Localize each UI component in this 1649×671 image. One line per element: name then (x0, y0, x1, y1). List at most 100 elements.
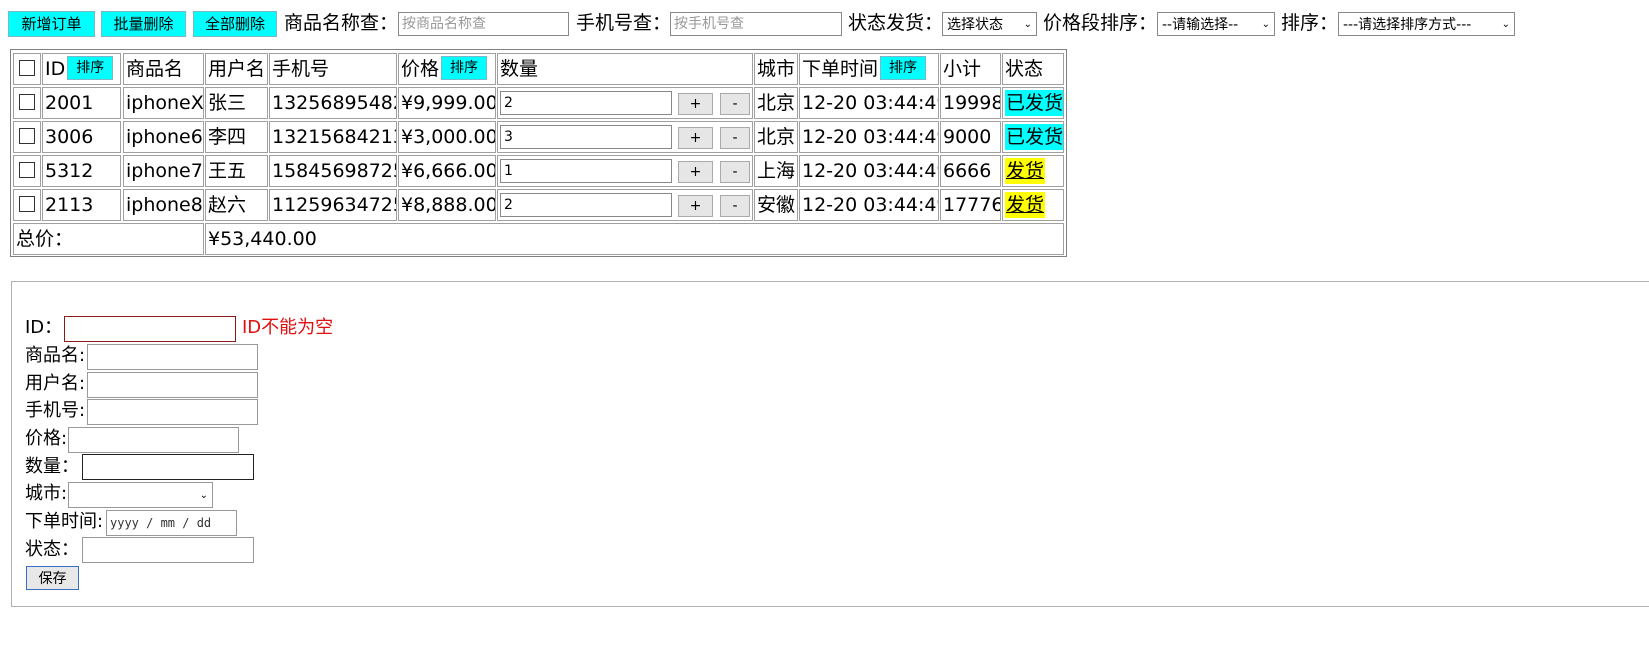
id-error-message: ID不能为空 (242, 317, 334, 338)
cell-price: ¥3,000.00 (398, 121, 496, 153)
cell-id: 5312 (42, 155, 121, 187)
row-checkbox[interactable] (19, 196, 35, 212)
form-product-input[interactable] (87, 344, 258, 370)
search-name-label: 商品名称查： (284, 12, 399, 34)
form-user-label: 用户名: (25, 373, 86, 394)
cell-price: ¥9,999.00 (398, 87, 496, 119)
form-user-input[interactable] (87, 372, 258, 398)
qty-minus-button[interactable]: - (720, 161, 750, 183)
row-checkbox[interactable] (19, 162, 35, 178)
cell-status: 发货 (1002, 155, 1064, 187)
qty-minus-button[interactable]: - (720, 195, 750, 217)
form-id-input[interactable] (64, 316, 236, 342)
status-filter-value: 选择状态 (947, 17, 1003, 33)
delete-all-button[interactable]: 全部删除 (193, 11, 277, 37)
header-subtotal: 小计 (940, 53, 1001, 85)
status-shipped-badge: 已发货 (1005, 124, 1064, 150)
cell-time: 12-20 03:44:49 (799, 121, 939, 153)
status-shipped-badge: 已发货 (1005, 90, 1064, 116)
header-qty: 数量 (497, 53, 753, 85)
sort-time-button[interactable]: 排序 (880, 56, 927, 80)
cell-subtotal: 17776 (940, 189, 1001, 221)
qty-plus-button[interactable]: + (678, 127, 713, 149)
qty-input[interactable]: 1 (500, 159, 672, 183)
cell-subtotal: 6666 (940, 155, 1001, 187)
header-id-label: ID (45, 58, 66, 80)
cell-city: 北京 (754, 87, 798, 119)
search-phone-input[interactable] (670, 12, 842, 36)
form-qty-input[interactable] (82, 454, 254, 480)
header-time-label: 下单时间 (802, 58, 879, 80)
sort-select[interactable]: ---请选择排序方式--- ⌄ (1338, 12, 1515, 36)
qty-minus-button[interactable]: - (720, 127, 750, 149)
status-filter-label: 状态发货： (848, 12, 944, 34)
cell-price: ¥6,666.00 (398, 155, 496, 187)
price-sort-select[interactable]: --请输选择-- ⌄ (1157, 12, 1275, 36)
cell-phone: 15845698725 (269, 155, 397, 187)
header-time: 下单时间 排序 (799, 53, 939, 85)
cell-id: 2113 (42, 189, 121, 221)
form-date-input[interactable]: yyyy / mm / dd (106, 510, 237, 536)
row-checkbox[interactable] (19, 128, 35, 144)
header-id: ID 排序 (42, 53, 121, 85)
form-phone-label: 手机号: (25, 400, 86, 421)
form-id-label: ID： (25, 317, 63, 338)
search-name-input[interactable] (398, 12, 569, 36)
sort-price-button[interactable]: 排序 (441, 56, 488, 80)
qty-minus-button[interactable]: - (720, 93, 750, 115)
select-all-checkbox[interactable] (19, 60, 35, 76)
qty-plus-button[interactable]: + (678, 161, 713, 183)
cell-subtotal: 19998 (940, 87, 1001, 119)
cell-phone: 13215684213 (269, 121, 397, 153)
cell-status: 已发货 (1002, 87, 1064, 119)
qty-plus-button[interactable]: + (678, 195, 713, 217)
header-product: 商品名 (123, 53, 204, 85)
price-sort-value: --请输选择-- (1162, 17, 1239, 33)
save-button[interactable]: 保存 (26, 566, 79, 590)
cell-time: 12-20 03:44:49 (799, 87, 939, 119)
form-city-label: 城市: (25, 483, 68, 504)
cell-subtotal: 9000 (940, 121, 1001, 153)
cell-city: 上海 (754, 155, 798, 187)
chevron-down-icon: ⌄ (1023, 18, 1032, 30)
form-status-label: 状态： (25, 539, 79, 560)
ship-action-link[interactable]: 发货 (1005, 192, 1046, 218)
cell-user: 李四 (205, 121, 268, 153)
qty-plus-button[interactable]: + (678, 93, 713, 115)
cell-user: 张三 (205, 87, 268, 119)
row-checkbox[interactable] (19, 94, 35, 110)
cell-status: 发货 (1002, 189, 1064, 221)
sort-label: 排序： (1281, 12, 1339, 34)
cell-id: 3006 (42, 121, 121, 153)
qty-input[interactable]: 3 (500, 125, 672, 149)
cell-price: ¥8,888.00 (398, 189, 496, 221)
price-sort-label: 价格段排序： (1043, 12, 1158, 34)
table-row (13, 155, 41, 187)
form-price-input[interactable] (68, 427, 239, 453)
header-phone: 手机号 (269, 53, 397, 85)
form-price-label: 价格: (25, 428, 68, 449)
add-order-button[interactable]: 新增订单 (8, 11, 95, 37)
cell-product: iphone7 (123, 155, 204, 187)
chevron-down-icon: ⌄ (199, 489, 208, 501)
form-time-label: 下单时间: (25, 511, 104, 532)
form-phone-input[interactable] (87, 399, 258, 425)
qty-input[interactable]: 2 (500, 91, 672, 115)
cell-product: iphone8 (123, 189, 204, 221)
status-filter-select[interactable]: 选择状态 ⌄ (942, 12, 1037, 36)
qty-input[interactable]: 2 (500, 193, 672, 217)
form-product-label: 商品名: (25, 345, 86, 366)
ship-action-link[interactable]: 发货 (1005, 158, 1046, 184)
form-city-select[interactable]: ⌄ (68, 482, 213, 508)
batch-delete-button[interactable]: 批量删除 (101, 11, 186, 37)
header-price-label: 价格 (401, 58, 440, 80)
cell-status: 已发货 (1002, 121, 1064, 153)
chevron-down-icon: ⌄ (1261, 18, 1270, 30)
sort-id-button[interactable]: 排序 (67, 56, 114, 80)
cell-time: 12-20 03:44:49 (799, 155, 939, 187)
cell-phone: 11259634725 (269, 189, 397, 221)
table-row (13, 121, 41, 153)
form-qty-label: 数量： (25, 456, 79, 477)
form-status-input[interactable] (82, 537, 254, 563)
header-status: 状态 (1002, 53, 1064, 85)
